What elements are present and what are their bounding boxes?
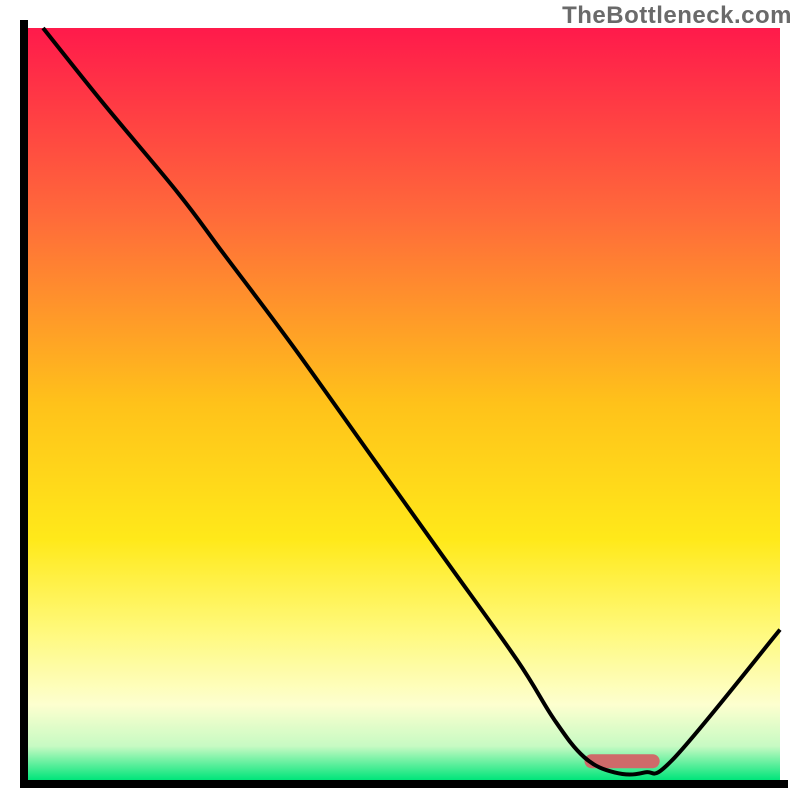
bottleneck-chart (0, 0, 800, 800)
chart-container: TheBottleneck.com (0, 0, 800, 800)
watermark-text: TheBottleneck.com (562, 2, 792, 30)
plot-background (28, 28, 780, 780)
